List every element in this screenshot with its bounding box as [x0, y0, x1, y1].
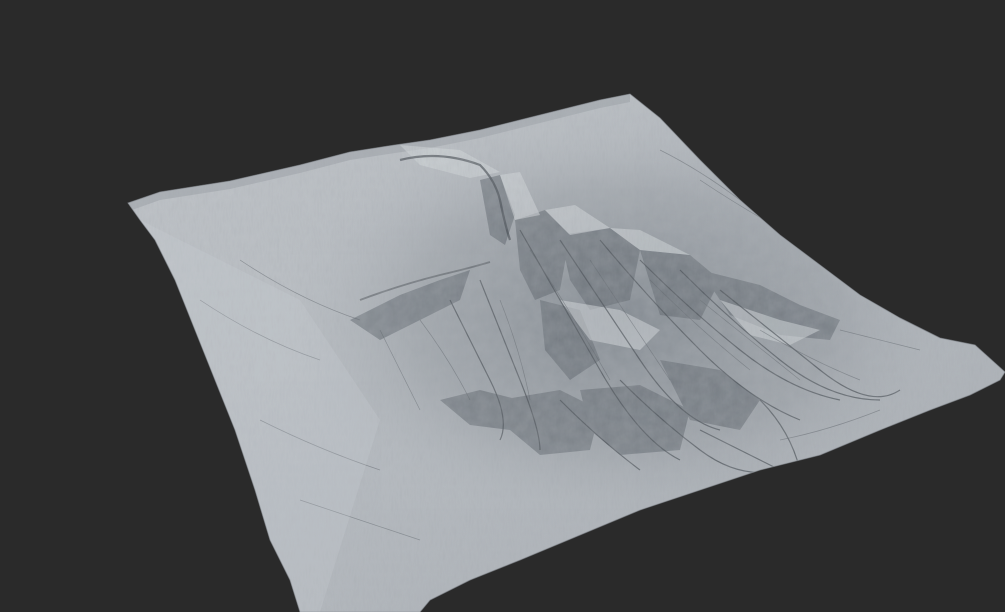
3d-viewport[interactable] — [0, 0, 1005, 612]
terrain-render — [0, 0, 1005, 612]
